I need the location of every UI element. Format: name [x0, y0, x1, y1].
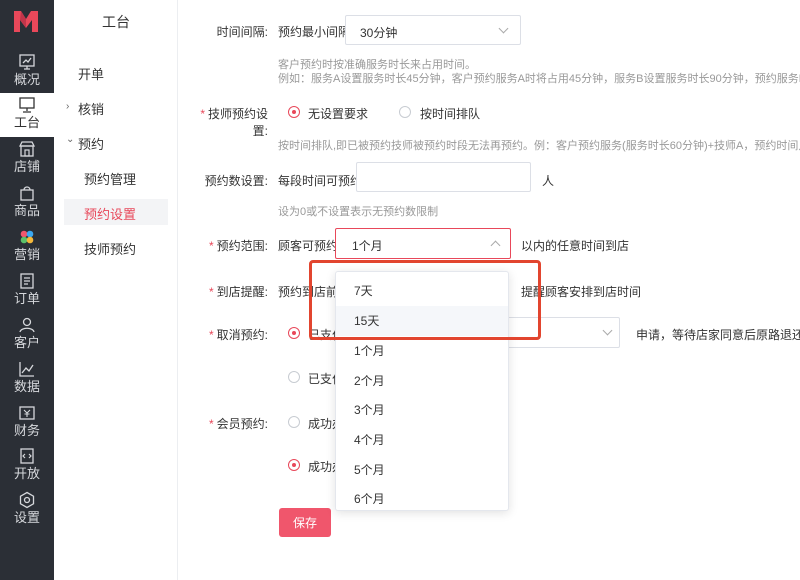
rail-item-orders[interactable]: 订单	[0, 269, 54, 313]
range-dropdown-menu: 7天 15天 1个月 2个月 3个月 4个月 5个月 6个月	[335, 271, 509, 511]
interval-prefix: 预约最小间隔	[278, 25, 351, 39]
remind-suffix: 提醒顾客安排到店时间	[521, 285, 642, 299]
wallet-icon	[19, 406, 35, 420]
gear-icon	[19, 491, 35, 509]
rail-item-label: 商品	[13, 203, 40, 218]
chevron-right-icon: ›	[66, 101, 70, 112]
rail-item-settings[interactable]: 设置	[0, 488, 54, 532]
main-rail: 概况 工台 店铺 商品 营销 订单 客户 数据 财务 开放 设置	[0, 0, 54, 580]
dropdown-option-2m[interactable]: 2个月	[336, 366, 508, 396]
monitor-icon	[19, 97, 35, 113]
line-chart-icon	[19, 362, 34, 377]
cancel-radio-1[interactable]	[288, 327, 300, 339]
store-icon	[18, 141, 36, 157]
rail-item-label: 店铺	[13, 159, 40, 174]
member-radio-2[interactable]	[288, 459, 300, 471]
member-label: * 会员预约:	[208, 417, 268, 431]
subnav-item-yuyue[interactable]: 预约	[78, 134, 104, 153]
chevron-down-icon	[498, 23, 509, 34]
tech-radio-none[interactable]	[288, 106, 300, 118]
rail-item-label: 数据	[13, 379, 40, 394]
rail-item-open[interactable]: 开放	[0, 444, 54, 488]
tech-option-queue[interactable]: 按时间排队	[420, 105, 480, 122]
dropdown-option-3m[interactable]: 3个月	[336, 395, 508, 425]
rail-item-label: 开放	[13, 466, 40, 481]
rail-item-store[interactable]: 店铺	[0, 137, 54, 181]
interval-value: 30分钟	[360, 26, 398, 40]
interval-select[interactable]: 30分钟	[345, 15, 521, 45]
chevron-down-icon: ⌄	[66, 134, 75, 145]
sub-sidebar: 工台 开单 › 核销 ⌄ 预约 预约管理 预约设置 技师预约	[54, 0, 178, 580]
cancel-radio-2[interactable]	[288, 371, 300, 383]
range-prefix: 顾客可预约	[278, 239, 339, 253]
dropdown-option-4m[interactable]: 4个月	[336, 425, 508, 455]
range-value: 1个月	[352, 239, 383, 253]
dropdown-option-7d[interactable]: 7天	[336, 276, 508, 306]
rail-item-label: 营销	[13, 247, 40, 262]
tech-radio-queue[interactable]	[399, 106, 411, 118]
member-radio-1[interactable]	[288, 416, 300, 428]
chevron-down-icon	[602, 325, 613, 336]
subnav-title: 工台	[102, 14, 130, 30]
bag-icon	[20, 186, 34, 201]
rail-item-marketing[interactable]: 营销	[0, 225, 54, 269]
count-suffix: 人	[542, 174, 555, 188]
range-label: * 预约范围:	[208, 239, 268, 253]
range-select[interactable]: 1个月	[335, 228, 511, 259]
rail-item-workbench[interactable]: 工台	[0, 93, 54, 137]
tech-option-none[interactable]: 无设置要求	[308, 105, 368, 122]
dropdown-option-5m[interactable]: 5个月	[336, 455, 508, 485]
rail-item-label: 财务	[13, 423, 40, 438]
count-prefix: 每段时间可预约	[278, 174, 363, 188]
subnav-item-tech-booking[interactable]: 技师预约	[84, 239, 136, 258]
tech-hint: 按时间排队,即已被预约技师被预约时段无法再预约。例：客户预约服务(服务时长60分…	[278, 140, 800, 152]
interval-hint-2: 例如：服务A设置服务时长45分钟，客户预约服务A时将占用45分钟，服务B设置服务…	[278, 73, 800, 85]
rail-item-customers[interactable]: 客户	[0, 313, 54, 357]
count-input[interactable]	[356, 162, 531, 192]
flower-icon	[20, 230, 34, 244]
rail-item-label: 概况	[13, 72, 40, 87]
interval-label: 时间间隔:	[216, 25, 268, 39]
count-label: 预约数设置:	[204, 174, 268, 188]
dropdown-option-6m[interactable]: 6个月	[336, 484, 508, 514]
subnav-item-yuyue-settings[interactable]: 预约设置	[84, 204, 136, 223]
rail-item-label: 工台	[13, 115, 40, 130]
receipt-icon	[20, 273, 34, 289]
rail-item-data[interactable]: 数据	[0, 357, 54, 401]
rail-item-label: 订单	[13, 291, 40, 306]
dropdown-option-15d[interactable]: 15天	[336, 306, 508, 336]
rail-item-goods[interactable]: 商品	[0, 181, 54, 225]
remind-prefix: 预约到店前	[278, 285, 339, 299]
remind-label: * 到店提醒:	[208, 285, 268, 299]
rail-item-label: 设置	[13, 510, 40, 525]
count-hint: 设为0或不设置表示无预约数限制	[278, 206, 439, 218]
subnav-item-kaidan[interactable]: 开单	[78, 64, 104, 83]
dropdown-option-1m[interactable]: 1个月	[336, 336, 508, 366]
code-icon	[20, 448, 34, 464]
rail-item-label: 客户	[13, 335, 40, 350]
brand-logo-icon	[14, 11, 38, 32]
cancel-label: * 取消预约:	[208, 328, 268, 342]
save-button[interactable]: 保存	[279, 508, 331, 537]
chevron-up-icon	[490, 240, 501, 251]
rail-item-finance[interactable]: 财务	[0, 401, 54, 445]
subnav-item-yuyue-manage[interactable]: 预约管理	[84, 169, 136, 188]
cancel-suffix: 申请，等待店家同意后原路退还	[636, 328, 800, 342]
user-icon	[19, 317, 35, 333]
cancel-select[interactable]	[500, 317, 620, 348]
rail-item-overview[interactable]: 概况	[0, 50, 54, 94]
range-suffix: 以内的任意时间到店	[521, 239, 630, 253]
tech-label: * 技师预约设置:	[200, 107, 268, 138]
chart-board-icon	[19, 54, 35, 70]
subnav-item-hexiao[interactable]: 核销	[78, 99, 104, 118]
